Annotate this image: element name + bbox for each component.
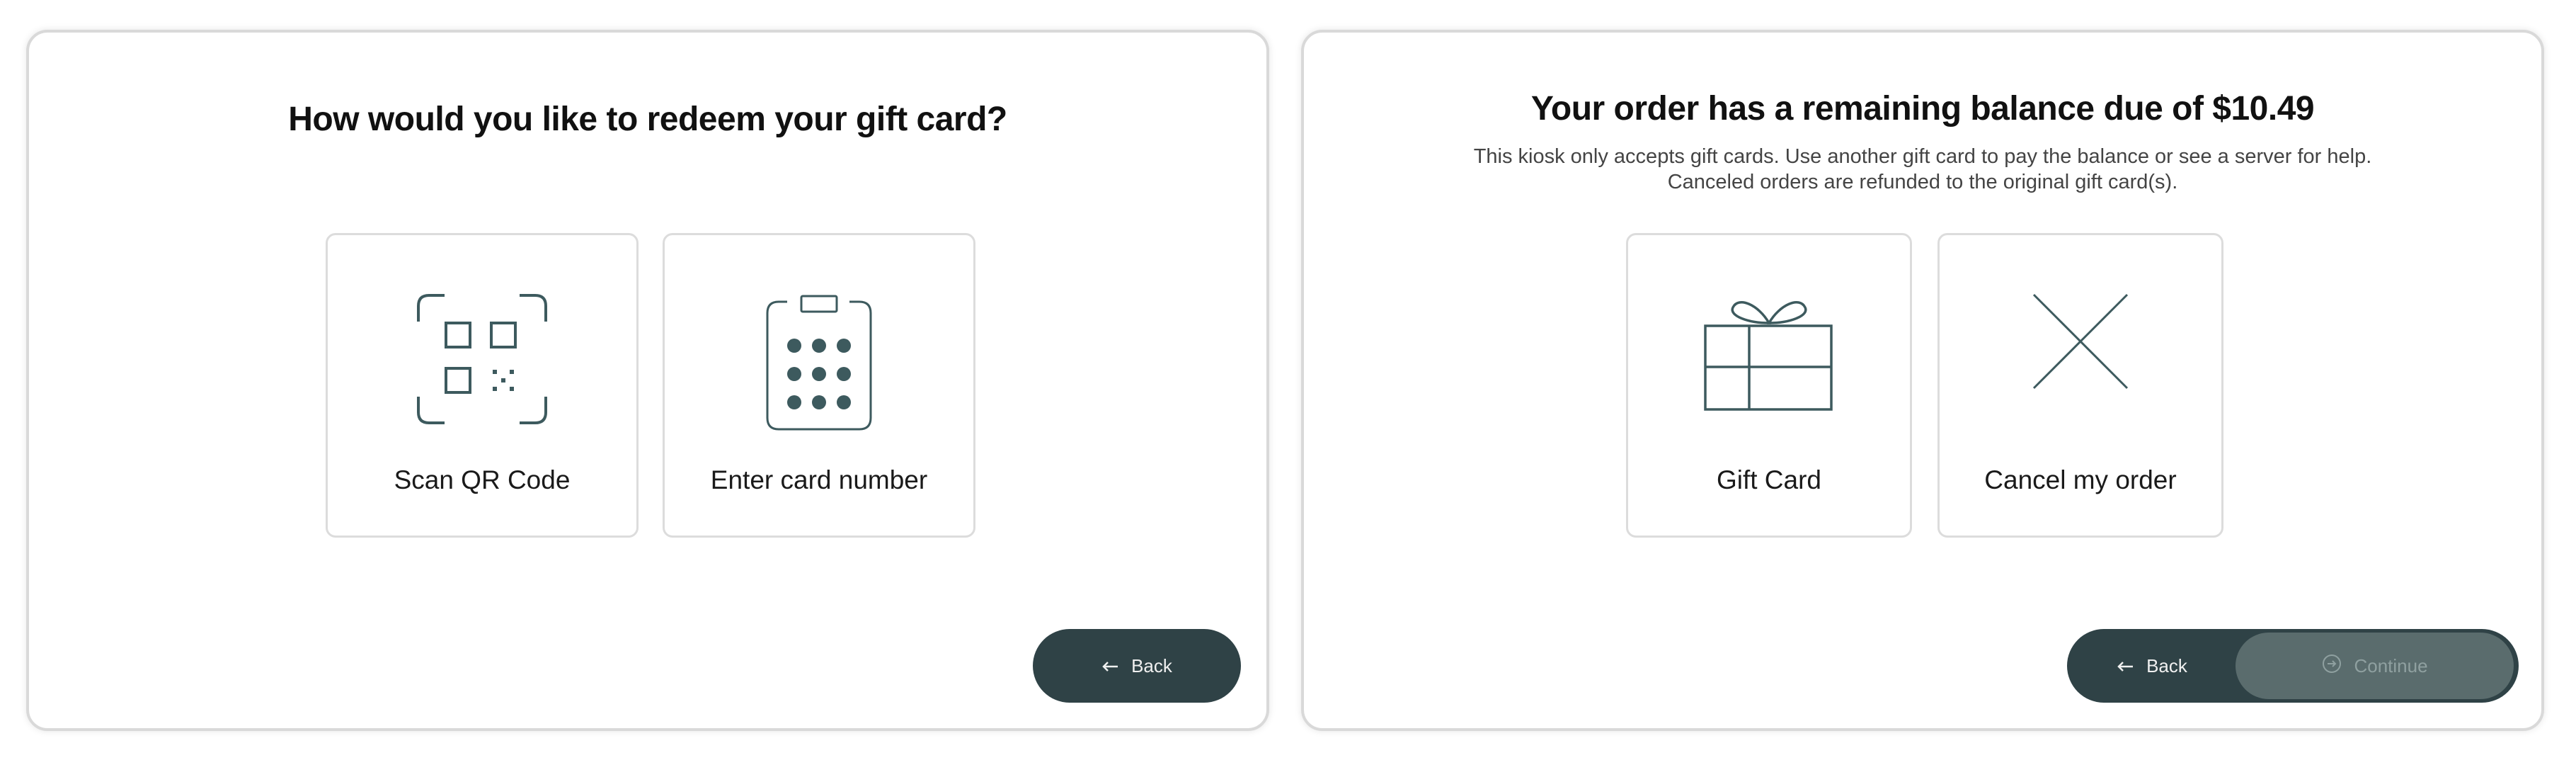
gift-icon (1702, 292, 1836, 416)
redeem-method-screen: How would you like to redeem your gift c… (26, 30, 1269, 731)
subtitle-line-1: This kiosk only accepts gift cards. Use … (1473, 145, 2372, 168)
cancel-order-option[interactable]: Cancel my order (1937, 233, 2223, 538)
navigation-button-group: Back Continue (2067, 629, 2519, 703)
page-title: Your order has a remaining balance due o… (1530, 90, 2315, 128)
back-label: Back (1131, 654, 1172, 676)
page-title: How would you like to redeem your gift c… (288, 101, 1007, 138)
arrow-left-icon (1101, 655, 1118, 677)
arrow-left-icon (2117, 655, 2134, 677)
subtitle-line-2: Canceled orders are refunded to the orig… (1667, 171, 2178, 193)
enter-card-number-option[interactable]: Enter card number (663, 233, 975, 538)
keypad-icon (759, 292, 879, 437)
scan-qr-code-label: Scan QR Code (394, 465, 571, 494)
back-button[interactable]: Back (2067, 629, 2237, 703)
continue-label: Continue (2354, 654, 2428, 676)
cancel-order-label: Cancel my order (1984, 465, 2177, 494)
gift-card-label: Gift Card (1716, 465, 1822, 494)
back-button[interactable]: Back (1033, 629, 1241, 703)
continue-icon (2321, 653, 2342, 679)
scan-qr-code-option[interactable]: Scan QR Code (326, 233, 639, 538)
qr-code-icon (415, 292, 549, 430)
enter-card-number-label: Enter card number (710, 465, 928, 494)
close-icon (2031, 292, 2130, 395)
continue-button[interactable]: Continue (2236, 633, 2514, 699)
balance-due-screen: Your order has a remaining balance due o… (1301, 30, 2544, 731)
gift-card-option[interactable]: Gift Card (1626, 233, 1912, 538)
back-label: Back (2146, 654, 2187, 676)
